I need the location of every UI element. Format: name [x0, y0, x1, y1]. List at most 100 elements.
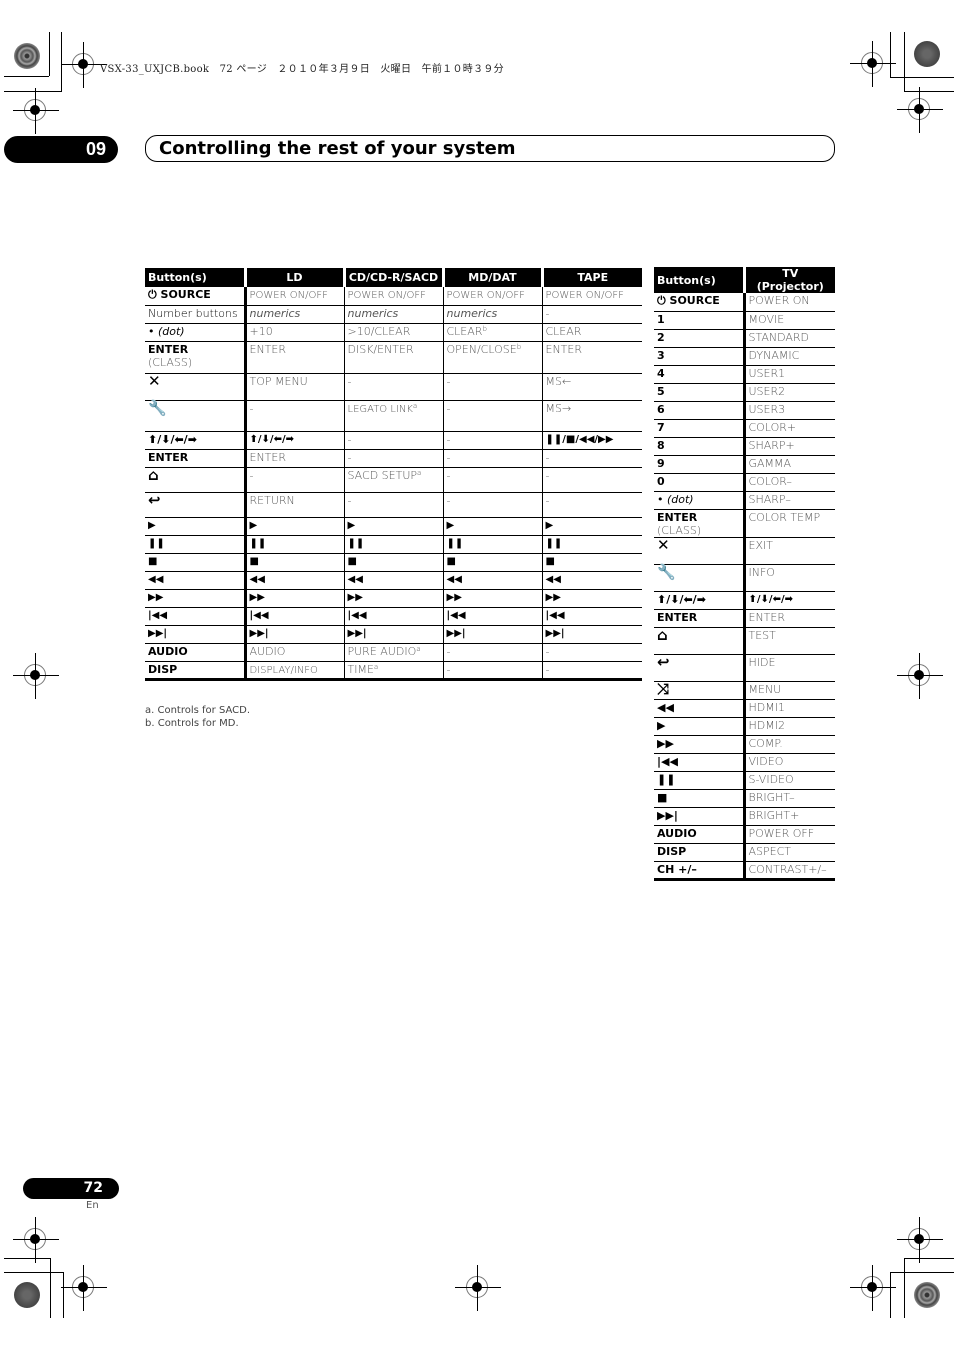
function-cell: SHARP+ [744, 437, 835, 456]
registration-mark-icon [897, 87, 943, 133]
button-cell: • (dot) [145, 323, 247, 342]
function-label: COLOR TEMP [748, 510, 821, 524]
function-cell: ▶▶ [245, 589, 345, 608]
function-cell: >10/CLEAR [344, 323, 444, 342]
function-label: - [446, 493, 451, 507]
button-cell: 9 [654, 455, 746, 474]
function-label: ▶ [545, 519, 554, 531]
function-cell: STANDARD [744, 329, 835, 348]
function-label: - [347, 450, 352, 464]
function-cell: |◀◀ [443, 607, 543, 626]
function-label: AUDIO [249, 644, 286, 658]
function-cell: MS→ [542, 400, 642, 432]
button-cell: ❚❚ [654, 771, 746, 790]
table-row: 🔧 - LEGATO LINKa - MS→ [145, 398, 642, 432]
function-label: ENTER [249, 342, 287, 356]
function-label: - [545, 662, 550, 676]
function-cell: ■ [542, 553, 642, 572]
function-label: numerics [249, 306, 301, 320]
function-label: VIDEO [748, 754, 784, 768]
function-cell: - [443, 431, 543, 450]
function-label: ◀◀ [347, 573, 363, 585]
button-label: ⬆/⬇/⬅/➡ [148, 432, 197, 446]
table-row: ▶ ▶ ▶ ▶ ▶ [145, 517, 642, 536]
function-cell: RETURN [245, 492, 345, 518]
function-cell: ❚❚ [344, 535, 444, 554]
function-cell: ▶▶| [443, 625, 543, 644]
button-label: ENTER [657, 610, 698, 624]
button-cell: 6 [654, 401, 746, 420]
function-label: LEGATO LINK [347, 403, 413, 415]
button-cell: 4 [654, 365, 746, 384]
function-cell: CONTRAST+/– [744, 861, 835, 881]
column-header: Button(s) [654, 267, 746, 293]
function-cell: POWER ON/OFF [245, 287, 345, 306]
button-cell: 2 [654, 329, 746, 348]
function-cell: - [443, 373, 543, 401]
function-label: INFO [748, 565, 775, 579]
column-header: LD [245, 268, 346, 287]
table-row: ↩ HIDE [654, 654, 835, 682]
function-label: - [347, 493, 352, 507]
function-cell: - [443, 492, 543, 518]
function-cell: ENTER [744, 609, 835, 628]
button-cell: ▶▶ [654, 735, 746, 754]
function-label: OPEN/CLOSE [446, 342, 517, 356]
page-language: En [86, 1200, 99, 1211]
button-label: ◀◀ [148, 573, 164, 585]
table-row: ENTER (CLASS) ENTER DISK/ENTER OPEN/CLOSEb EN… [145, 341, 642, 374]
function-label: SHARP+ [748, 438, 795, 452]
function-cell: ENTER [245, 449, 345, 468]
function-label: - [545, 493, 550, 507]
button-cell: ⌂ [145, 467, 247, 493]
button-label: ⏻ SOURCE [657, 294, 720, 307]
function-cell: ▶ [344, 517, 444, 536]
button-label: ▶▶ [148, 591, 164, 603]
table-row: ▶▶| ▶▶| ▶▶| ▶▶| ▶▶| [145, 625, 642, 644]
table-row: CH +/– CONTRAST+/– [654, 861, 835, 881]
button-label: ◀◀ [657, 700, 674, 714]
button-cell: ◀◀ [654, 699, 746, 718]
table-header-row: Button(s) TV (Projector) [654, 267, 835, 293]
function-label: ENTER [748, 610, 786, 624]
function-cell: ■ [245, 553, 345, 572]
function-cell: VIDEO [744, 753, 835, 772]
function-label: ▶▶ [545, 591, 561, 603]
button-sublabel: (CLASS) [148, 355, 193, 369]
table-row: 🔧 INFO [654, 564, 835, 592]
button-cell: ⤨ [654, 681, 746, 700]
remote-control-table-tv-projector: Button(s) TV (Projector) ⏻ SOURCE POWER ON… [654, 267, 835, 881]
button-label: ⏻ SOURCE [148, 288, 211, 301]
function-label: GAMMA [748, 456, 792, 470]
button-cell: ◀◀ [145, 571, 247, 590]
button-cell: ■ [654, 789, 746, 808]
home-icon: ⌂ [657, 625, 668, 644]
function-cell: - [542, 643, 642, 662]
button-label: ■ [148, 555, 158, 567]
function-label: ■ [347, 555, 357, 567]
table-row: ENTER (CLASS) COLOR TEMP [654, 509, 835, 538]
function-label: BRIGHT+ [748, 808, 800, 822]
function-cell: numerics [344, 305, 444, 324]
function-label: ▶ [347, 519, 356, 531]
button-cell: ⬆/⬇/⬅/➡ [145, 431, 247, 450]
button-label: ▶▶| [148, 627, 168, 639]
button-cell: ▶ [145, 517, 247, 536]
function-cell: - [542, 467, 642, 493]
function-label: DISPLAY/INFO [249, 664, 318, 676]
table-row: 9 GAMMA [654, 455, 835, 474]
function-label: |◀◀ [446, 609, 466, 621]
button-label: ENTER [657, 510, 698, 524]
function-label: SACD SETUP [347, 468, 418, 482]
function-cell: SACD SETUPa [344, 467, 444, 493]
function-label: HDMI2 [748, 718, 785, 732]
function-label: POWER ON [748, 294, 810, 307]
footnote-a: a. Controls for SACD. [145, 705, 251, 716]
function-label: POWER ON/OFF [545, 290, 624, 301]
wrench-icon: 🔧 [148, 398, 167, 417]
table-row: ◀◀ HDMI1 [654, 699, 835, 718]
function-cell: ▶▶| [344, 625, 444, 644]
registration-mark-icon [455, 1265, 501, 1311]
function-label: >10/CLEAR [347, 324, 411, 338]
function-label: ⬆/⬇/⬅/➡ [748, 593, 793, 605]
